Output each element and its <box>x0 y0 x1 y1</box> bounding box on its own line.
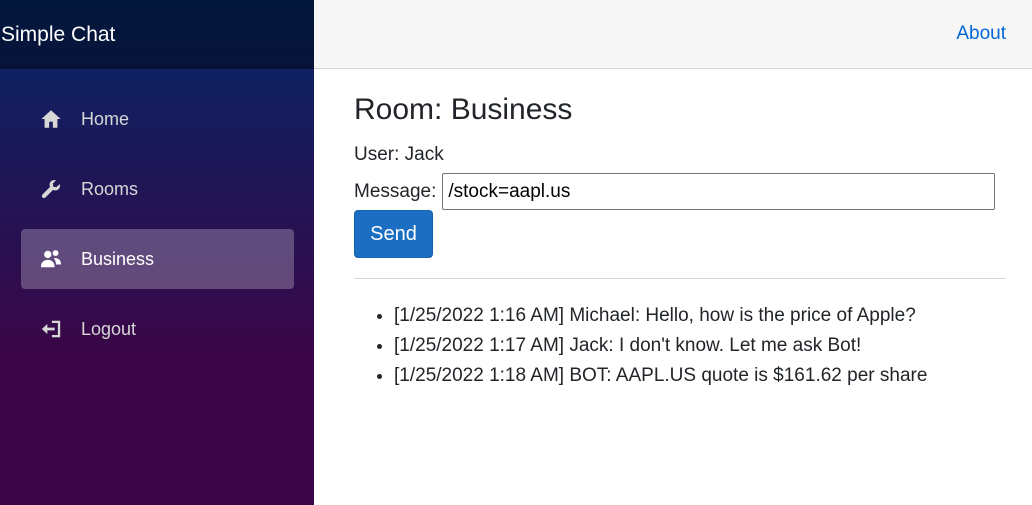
brand-bar: Simple Chat <box>0 0 314 69</box>
message-row: Message: <box>354 173 1006 210</box>
people-icon <box>39 247 63 271</box>
sidebar-item-label: Logout <box>81 318 137 339</box>
message-list: [1/25/2022 1:16 AM] Michael: Hello, how … <box>354 301 1006 391</box>
sidebar-item-rooms[interactable]: Rooms <box>21 159 294 219</box>
sidebar-nav: Home Rooms Business Logout <box>0 69 314 359</box>
send-button[interactable]: Send <box>354 210 433 258</box>
user-line: User: Jack <box>354 144 444 165</box>
main-content: Room: Business User: Jack Message: Send … <box>354 69 1006 391</box>
sidebar-item-label: Rooms <box>81 178 139 199</box>
sidebar-item-home[interactable]: Home <box>21 89 294 149</box>
top-bar: About <box>314 0 1032 69</box>
sidebar-item-logout[interactable]: Logout <box>21 299 294 359</box>
divider <box>354 278 1006 279</box>
home-icon <box>39 107 63 131</box>
message-input[interactable] <box>442 173 996 210</box>
page-title: Room: Business <box>354 93 573 126</box>
message-label: Message: <box>354 180 437 202</box>
wrench-icon <box>39 177 63 201</box>
logout-icon <box>39 317 63 341</box>
about-link[interactable]: About <box>956 23 1006 45</box>
list-item: [1/25/2022 1:17 AM] Jack: I don't know. … <box>394 331 1006 361</box>
sidebar-item-label: Business <box>81 248 155 269</box>
brand-link[interactable]: Simple Chat <box>1 23 115 47</box>
list-item: [1/25/2022 1:18 AM] BOT: AAPL.US quote i… <box>394 361 1006 391</box>
list-item: [1/25/2022 1:16 AM] Michael: Hello, how … <box>394 301 1006 331</box>
sidebar-item-business[interactable]: Business <box>21 229 294 289</box>
sidebar-item-label: Home <box>81 108 130 129</box>
sidebar: Simple Chat Home Rooms Business Logout <box>0 0 314 505</box>
